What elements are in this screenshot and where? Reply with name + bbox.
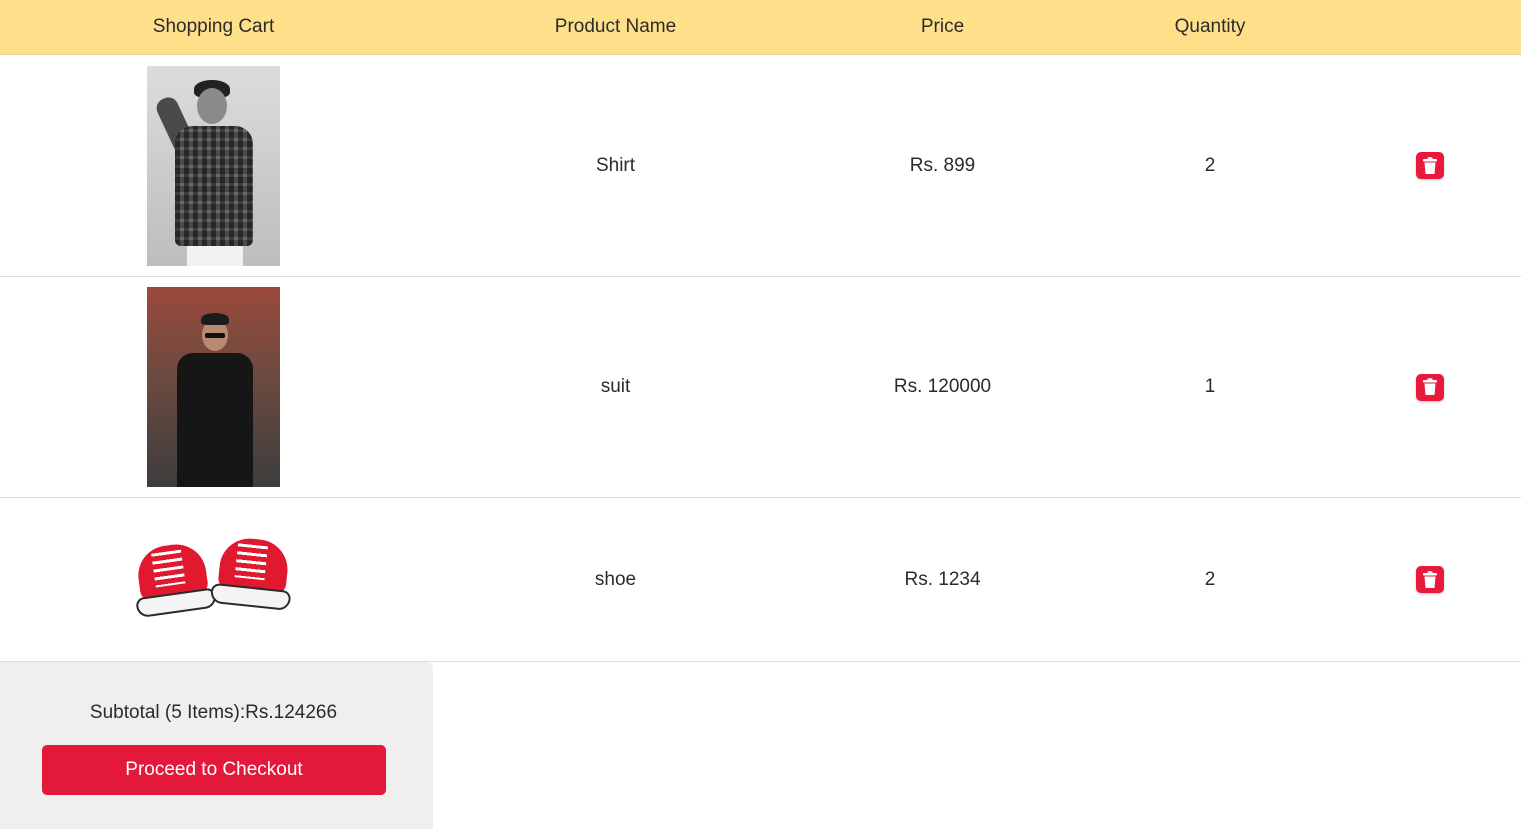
- product-image-cell: [0, 55, 427, 276]
- order-summary: Subtotal (5 Items):Rs.124266 Proceed to …: [0, 662, 433, 829]
- trash-icon: [1423, 156, 1437, 174]
- header-price: Price: [920, 16, 965, 37]
- product-quantity: 2: [1204, 568, 1216, 590]
- red-sneakers-photo: [128, 514, 299, 645]
- trash-icon: [1423, 378, 1437, 395]
- product-price: Rs. 1234: [904, 568, 981, 590]
- suit-photo: [147, 287, 280, 487]
- cart-header: Shopping Cart Product Name Price Quantit…: [0, 0, 1521, 55]
- delete-button[interactable]: [1416, 152, 1444, 179]
- delete-cell: [1339, 498, 1521, 661]
- header-quantity: Quantity: [1174, 16, 1246, 37]
- proceed-to-checkout-button[interactable]: Proceed to Checkout: [42, 745, 386, 795]
- delete-cell: [1339, 277, 1521, 497]
- product-name: shoe: [594, 568, 637, 590]
- subtotal-text: Subtotal (5 Items):Rs.124266: [89, 702, 338, 723]
- cart-row: shoe Rs. 1234 2: [0, 498, 1521, 662]
- trash-icon: [1423, 570, 1437, 588]
- header-shopping-cart: Shopping Cart: [152, 16, 275, 37]
- product-name: suit: [600, 376, 631, 397]
- delete-button[interactable]: [1416, 373, 1444, 401]
- shirt-photo: [147, 65, 280, 266]
- delete-cell: [1339, 55, 1521, 276]
- product-quantity: 2: [1204, 154, 1216, 176]
- product-price: Rs. 120000: [893, 376, 992, 397]
- product-image-cell: [0, 498, 427, 661]
- delete-button[interactable]: [1416, 566, 1444, 593]
- product-image-cell: [0, 277, 427, 497]
- product-price: Rs. 899: [909, 154, 976, 176]
- header-product-name: Product Name: [554, 16, 677, 37]
- cart-row: Shirt Rs. 899 2: [0, 55, 1521, 277]
- cart-row: suit Rs. 120000 1: [0, 277, 1521, 498]
- product-quantity: 1: [1204, 376, 1216, 397]
- product-name: Shirt: [595, 154, 636, 176]
